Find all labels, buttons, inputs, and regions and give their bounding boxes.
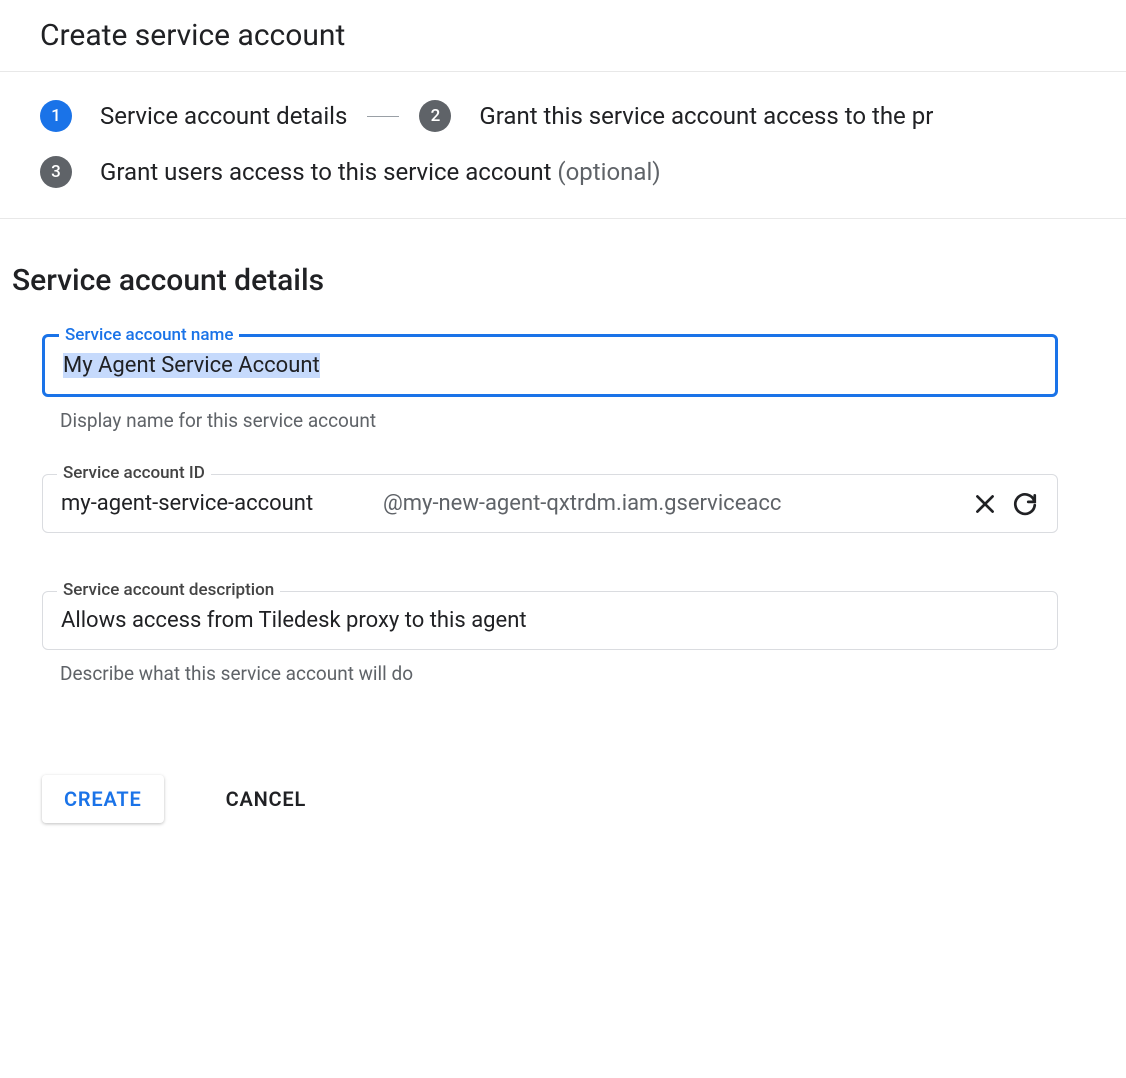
page-header: Create service account — [0, 0, 1126, 72]
clear-id-button[interactable] — [965, 484, 1005, 524]
form-content: Service account details Service account … — [0, 219, 1070, 863]
service-account-id-field[interactable]: Service account ID @my-new-agent-qxtrdm.… — [42, 474, 1058, 533]
service-account-description-input[interactable] — [43, 592, 1057, 649]
step-2-badge[interactable]: 2 — [419, 100, 451, 132]
close-icon — [972, 491, 998, 517]
service-account-description-field[interactable]: Service account description — [42, 591, 1058, 650]
id-suffix-text: @my-new-agent-qxtrdm.iam.gserviceacc — [383, 491, 950, 516]
step-2-label: Grant this service account access to the… — [479, 102, 933, 130]
form-actions: CREATE CANCEL — [42, 775, 1058, 823]
step-3-label-text: Grant users access to this service accou… — [100, 158, 551, 186]
create-button[interactable]: CREATE — [42, 775, 164, 823]
cancel-button[interactable]: CANCEL — [204, 775, 329, 823]
step-3-optional: (optional) — [557, 158, 660, 186]
section-title: Service account details — [12, 263, 1058, 298]
step-connector — [367, 116, 399, 117]
service-account-id-input[interactable] — [43, 475, 383, 532]
name-helper-text: Display name for this service account — [60, 409, 1058, 432]
description-field-label: Service account description — [57, 580, 280, 600]
service-account-name-field[interactable]: Service account name — [42, 334, 1058, 397]
service-account-name-input[interactable] — [45, 337, 1055, 394]
stepper: 1 Service account details 2 Grant this s… — [0, 72, 1126, 219]
step-1-badge[interactable]: 1 — [40, 100, 72, 132]
step-3-label: Grant users access to this service accou… — [100, 158, 661, 186]
page-title: Create service account — [40, 18, 1086, 53]
refresh-id-button[interactable] — [1005, 484, 1045, 524]
description-helper-text: Describe what this service account will … — [60, 662, 1058, 685]
name-field-label: Service account name — [59, 325, 239, 345]
refresh-icon — [1012, 491, 1038, 517]
step-3-badge[interactable]: 3 — [40, 156, 72, 188]
id-field-label: Service account ID — [57, 463, 211, 483]
step-1-label: Service account details — [100, 102, 347, 130]
